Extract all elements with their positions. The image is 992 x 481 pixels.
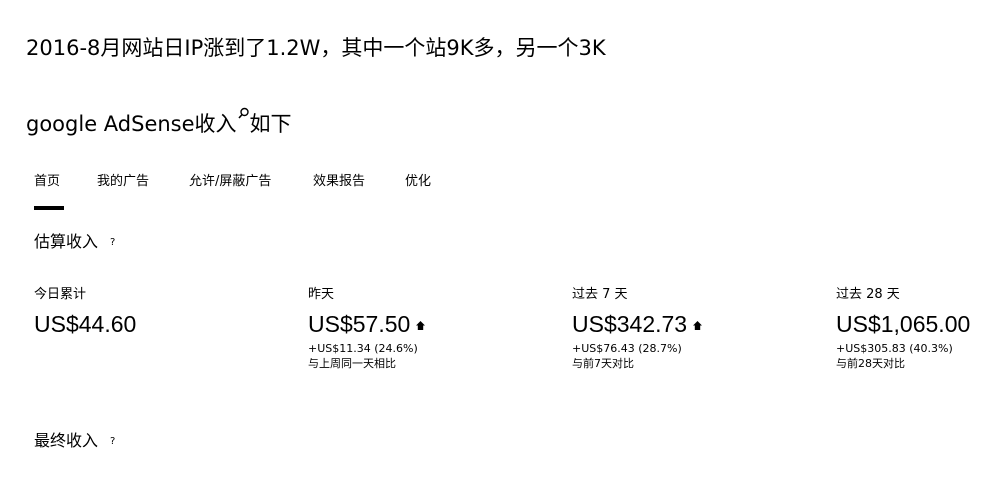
tab-my-ads[interactable]: 我的广告 [97,170,149,189]
tab-home[interactable]: 首页 [34,170,60,189]
headline-adsense-text: google AdSense收入 [26,112,237,136]
stat-last-7-days-change: +US$76.43 (28.7%) [572,342,682,355]
estimated-earnings-label: 估算收入 [34,232,99,251]
stat-last-7-days-label: 过去 7 天 [572,287,628,302]
tab-allow-block-ads[interactable]: 允许/屏蔽广告 [189,170,271,189]
stat-last-28-days-label: 过去 28 天 [836,287,900,302]
stat-last-28-days-value: US$1,065.00 [836,311,971,337]
stat-last-28-days: 过去 28 天 US$1,065.00 +US$305.83 (40.3%) 与… [836,283,970,371]
headline-adsense: google AdSense收入 如下 [26,107,292,135]
help-icon[interactable]: ? [110,436,115,447]
help-icon[interactable]: ? [110,237,115,248]
stat-yesterday-label: 昨天 [308,287,335,302]
tab-optimization[interactable]: 优化 [405,170,431,189]
stat-today-value: US$44.60 [34,311,137,337]
stat-yesterday-change: +US$11.34 (24.6%) [308,342,418,355]
active-tab-indicator [34,206,64,210]
tab-performance-reports[interactable]: 效果报告 [313,170,365,189]
stat-last-7-days: 过去 7 天 US$342.73 +US$76.43 (28.7%) 与前7天对… [572,283,703,371]
stat-today: 今日累计 US$44.60 [34,283,136,338]
stat-last-7-days-value-row: US$342.73 [572,310,703,338]
trend-up-icon [416,321,426,330]
stat-last-7-days-value: US$342.73 [572,311,688,337]
stat-yesterday-value: US$57.50 [308,311,411,337]
stat-last-28-days-compare: 与前28天对比 [836,357,905,370]
stat-last-28-days-change: +US$305.83 (40.3%) [836,342,953,355]
search-icon[interactable] [237,107,249,125]
final-earnings-title: 最终收入? [34,427,115,451]
estimated-earnings-title: 估算收入? [34,228,115,252]
stat-yesterday: 昨天 US$57.50 +US$11.34 (24.6%) 与上周同一天相比 [308,283,426,371]
stat-yesterday-compare: 与上周同一天相比 [308,357,396,370]
stat-last-7-days-compare: 与前7天对比 [572,357,634,370]
final-earnings-label: 最终收入 [34,431,99,450]
stat-today-label: 今日累计 [34,287,87,302]
headline-ip: 2016-8月网站日IP涨到了1.2W，其中一个站9K多，另一个3K [26,36,606,60]
headline-adsense-suffix: 如下 [249,112,292,136]
trend-up-icon [693,321,703,330]
stat-yesterday-value-row: US$57.50 [308,310,426,338]
